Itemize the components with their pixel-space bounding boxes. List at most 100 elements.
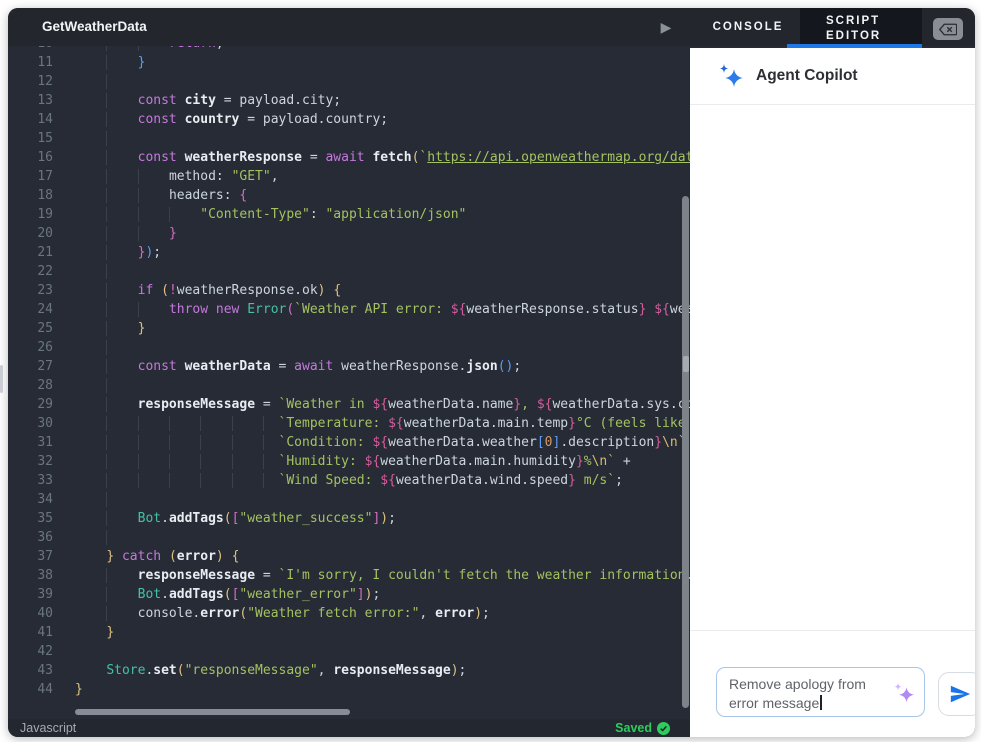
check-circle-icon: [657, 721, 670, 735]
line-number: 33: [37, 473, 53, 488]
code-line[interactable]: 44}: [8, 680, 690, 699]
line-number: 39: [37, 587, 53, 602]
line-number: 41: [37, 625, 53, 640]
line-number: 31: [37, 435, 53, 450]
code-line[interactable]: 18 headers: {: [8, 186, 690, 205]
close-button[interactable]: [933, 18, 963, 40]
language-label: Javascript: [20, 721, 77, 735]
line-number: 10: [8, 46, 53, 53]
line-number: 24: [37, 302, 53, 317]
input-sparkle-icon: [894, 682, 915, 703]
line-number: 29: [37, 397, 53, 412]
vertical-scrollbar[interactable]: [682, 196, 689, 708]
copilot-header: Agent Copilot: [690, 48, 975, 104]
line-number: 43: [37, 663, 53, 678]
window-title: GetWeatherData: [42, 19, 147, 34]
script-editor-window: GetWeatherData ▶ CONSOLE SCRIPT EDITOR 1…: [8, 8, 975, 737]
code-editor[interactable]: 10 return;11 } 12 13 const city = payload…: [8, 46, 690, 719]
input-section-divider: [690, 630, 975, 631]
line-number: 20: [37, 226, 53, 241]
horizontal-scrollbar[interactable]: [75, 709, 350, 715]
line-number: 35: [37, 511, 53, 526]
code-line[interactable]: 13 const city = payload.city;: [8, 91, 690, 110]
code-line[interactable]: 42: [8, 642, 690, 661]
line-number: 12: [37, 74, 53, 89]
line-number: 23: [37, 283, 53, 298]
line-number: 17: [37, 169, 53, 184]
code-line[interactable]: 10 return;: [8, 46, 690, 53]
send-icon: [950, 685, 971, 703]
line-number: 11: [37, 55, 53, 70]
header-divider: [690, 104, 975, 105]
copilot-title: Agent Copilot: [756, 67, 858, 84]
line-number: 37: [37, 549, 53, 564]
prompt-input-value: Remove apology from error message: [729, 676, 866, 711]
prompt-input[interactable]: Remove apology from error message: [716, 667, 925, 717]
code-line[interactable]: 43 Store.set("responseMessage", response…: [8, 661, 690, 680]
code-line[interactable]: 29 responseMessage = `Weather in ${weath…: [8, 395, 690, 414]
line-number: 21: [37, 245, 53, 260]
page-scrollbar-tick: [0, 365, 3, 393]
code-line[interactable]: 28: [8, 376, 690, 395]
line-number: 34: [37, 492, 53, 507]
line-number: 28: [37, 378, 53, 393]
code-line[interactable]: 32 `Humidity: ${weatherData.main.humidit…: [8, 452, 690, 471]
saved-label: Saved: [615, 721, 652, 735]
line-number: 15: [37, 131, 53, 146]
play-icon: ▶: [660, 19, 672, 35]
code-line[interactable]: 30 `Temperature: ${weatherData.main.temp…: [8, 414, 690, 433]
line-number: 38: [37, 568, 53, 583]
line-number: 40: [37, 606, 53, 621]
code-line[interactable]: 16 const weatherResponse = await fetch(`…: [8, 148, 690, 167]
line-number: 22: [37, 264, 53, 279]
code-line[interactable]: 37 } catch (error) {: [8, 547, 690, 566]
line-number: 25: [37, 321, 53, 336]
status-bar: Javascript Saved: [8, 719, 690, 737]
code-line[interactable]: 36: [8, 528, 690, 547]
code-line[interactable]: 26: [8, 338, 690, 357]
line-number: 18: [37, 188, 53, 203]
code-line[interactable]: 23 if (!weatherResponse.ok) {: [8, 281, 690, 300]
code-line[interactable]: 39 Bot.addTags(["weather_error"]);: [8, 585, 690, 604]
code-line[interactable]: 12: [8, 72, 690, 91]
code-line[interactable]: 34: [8, 490, 690, 509]
line-number: 26: [37, 340, 53, 355]
backspace-close-icon: [939, 23, 957, 35]
line-number: 16: [37, 150, 53, 165]
code-line[interactable]: 20 }: [8, 224, 690, 243]
tab-script-editor[interactable]: SCRIPT EDITOR: [800, 8, 922, 48]
saved-status: Saved: [615, 721, 670, 735]
scrollbar-marker: [683, 356, 689, 372]
code-line[interactable]: 22: [8, 262, 690, 281]
code-line[interactable]: 40 console.error("Weather fetch error:",…: [8, 604, 690, 623]
code-line[interactable]: 17 method: "GET",: [8, 167, 690, 186]
sparkle-icon: [719, 64, 743, 87]
line-number: 32: [37, 454, 53, 469]
titlebar: GetWeatherData ▶ CONSOLE SCRIPT EDITOR: [8, 8, 975, 48]
code-line[interactable]: 31 `Condition: ${weatherData.weather[0].…: [8, 433, 690, 452]
code-line[interactable]: 14 const country = payload.country;: [8, 110, 690, 129]
line-number: 44: [37, 682, 53, 697]
code-line[interactable]: 41 }: [8, 623, 690, 642]
code-line[interactable]: 24 throw new Error(`Weather API error: $…: [8, 300, 690, 319]
code-line[interactable]: 27 const weatherData = await weatherResp…: [8, 357, 690, 376]
code-line[interactable]: 19 "Content-Type": "application/json": [8, 205, 690, 224]
code-line[interactable]: 15: [8, 129, 690, 148]
code-line[interactable]: 25 }: [8, 319, 690, 338]
line-number: 13: [37, 93, 53, 108]
line-number: 27: [37, 359, 53, 374]
line-number: 19: [37, 207, 53, 222]
code-line[interactable]: 33 `Wind Speed: ${weatherData.wind.speed…: [8, 471, 690, 490]
agent-copilot-panel: Agent Copilot Remove apology from error …: [690, 48, 975, 737]
code-line[interactable]: 11 }: [8, 53, 690, 72]
send-button[interactable]: [938, 672, 975, 716]
tab-console[interactable]: CONSOLE: [702, 8, 794, 46]
code-line[interactable]: 35 Bot.addTags(["weather_success"]);: [8, 509, 690, 528]
run-button[interactable]: ▶: [652, 8, 680, 46]
code-lines: 10 return;11 } 12 13 const city = payload…: [8, 46, 690, 699]
line-number: 14: [37, 112, 53, 127]
line-number: 30: [37, 416, 53, 431]
code-line[interactable]: 38 responseMessage = `I'm sorry, I could…: [8, 566, 690, 585]
line-number: 36: [37, 530, 53, 545]
code-line[interactable]: 21 });: [8, 243, 690, 262]
